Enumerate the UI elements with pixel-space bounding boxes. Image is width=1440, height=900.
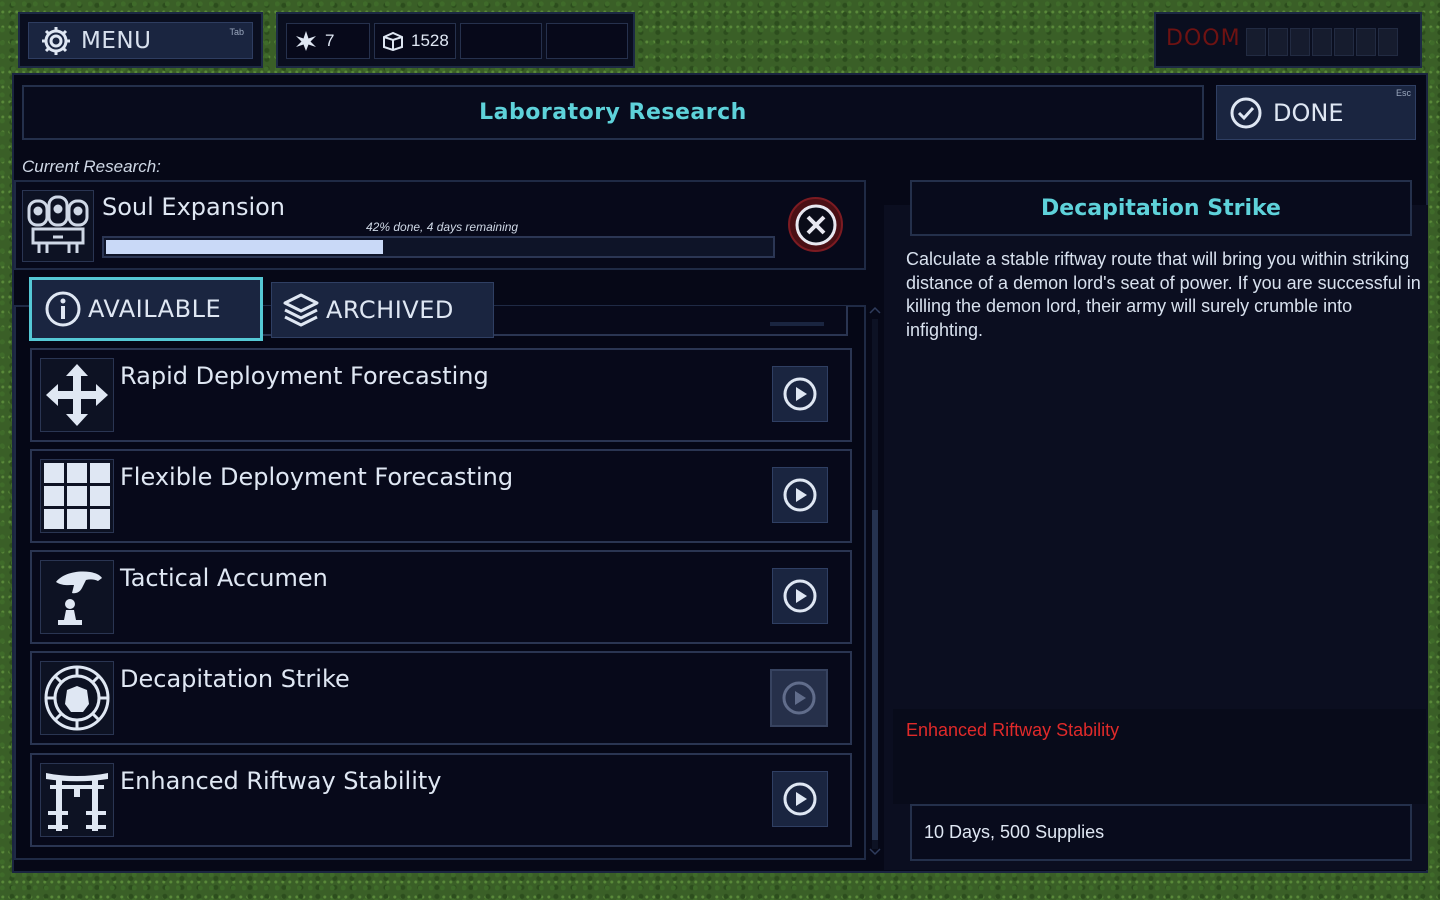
start-research-button[interactable] — [772, 366, 828, 422]
supplies-count: 1528 — [411, 31, 449, 50]
cancel-research-button[interactable] — [788, 197, 843, 252]
star-resource: 7 — [286, 23, 370, 59]
menu-button[interactable]: MENU Tab — [28, 22, 253, 59]
research-item-decapitation-strike[interactable]: Decapitation Strike — [30, 651, 852, 745]
start-research-button[interactable] — [772, 467, 828, 523]
move-arrows-icon — [40, 358, 114, 432]
supplies-crate-icon — [381, 31, 405, 51]
doom-pip — [1356, 28, 1376, 56]
research-item-name: Rapid Deployment Forecasting — [120, 362, 489, 390]
progress-bar — [102, 236, 775, 258]
research-item-flexible-deployment[interactable]: Flexible Deployment Forecasting — [30, 449, 852, 543]
chevron-up-icon — [869, 305, 881, 315]
info-icon — [44, 290, 82, 328]
current-research-label: Current Research: — [22, 157, 161, 176]
resource-bar: 7 1528 — [276, 12, 635, 68]
hand-chess-piece-icon — [40, 560, 114, 634]
research-item-name: Decapitation Strike — [120, 665, 350, 693]
play-circle-icon — [782, 578, 818, 614]
star-burst-icon — [295, 30, 317, 52]
cost-text: 10 Days, 500 Supplies — [924, 822, 1105, 842]
panel-title-bar: Laboratory Research — [22, 85, 1204, 140]
scrollbar-thumb[interactable] — [872, 510, 878, 840]
doom-pip — [1334, 28, 1354, 56]
layers-icon — [282, 291, 320, 329]
detail-title-bar: Decapitation Strike — [910, 180, 1412, 236]
menu-hotkey: Tab — [229, 27, 244, 37]
menu-button-frame: MENU Tab — [18, 12, 263, 68]
research-item-tactical-accumen[interactable]: Tactical Accumen — [30, 550, 852, 644]
page-title: Laboratory Research — [479, 100, 747, 125]
empty-resource-slot — [546, 23, 628, 59]
doom-label: DOOM — [1166, 26, 1241, 51]
done-hotkey: Esc — [1395, 88, 1411, 98]
star-count: 7 — [325, 31, 335, 50]
current-research-name: Soul Expansion — [102, 193, 286, 221]
research-item-enhanced-riftway[interactable]: Enhanced Riftway Stability — [30, 753, 852, 847]
start-research-button[interactable] — [772, 568, 828, 624]
play-circle-icon — [782, 477, 818, 513]
detail-title: Decapitation Strike — [1041, 195, 1281, 221]
chevron-down-icon — [869, 847, 881, 857]
check-circle-icon — [1229, 96, 1263, 130]
start-research-button[interactable] — [772, 771, 828, 827]
doom-pip — [1268, 28, 1288, 56]
progress-text: 42% done, 4 days remaining — [366, 220, 519, 234]
grid-icon — [40, 459, 114, 533]
done-label: DONE — [1273, 98, 1344, 127]
prerequisite-text: Enhanced Riftway Stability — [906, 720, 1120, 740]
tab-available[interactable]: AVAILABLE — [29, 277, 263, 341]
skull-faces-icon — [22, 190, 94, 262]
list-scrollbar[interactable] — [868, 305, 882, 860]
tab-archived[interactable]: ARCHIVED — [271, 282, 494, 338]
research-item-name: Enhanced Riftway Stability — [120, 767, 442, 795]
tab-archived-label: ARCHIVED — [326, 296, 454, 324]
menu-label: MENU — [81, 27, 152, 54]
research-item-name: Flexible Deployment Forecasting — [120, 463, 514, 491]
doom-pip — [1246, 28, 1266, 56]
progress-fill — [106, 240, 383, 254]
detail-description: Calculate a stable riftway route that wi… — [906, 249, 1421, 340]
play-circle-icon — [781, 680, 817, 716]
close-circle-icon — [794, 203, 838, 247]
torii-gate-icon — [40, 763, 114, 837]
research-item-rapid-deployment[interactable]: Rapid Deployment Forecasting — [30, 348, 852, 442]
doom-pip — [1290, 28, 1310, 56]
done-button[interactable]: DONE Esc — [1216, 85, 1416, 140]
doom-pip — [1312, 28, 1332, 56]
doom-meter: DOOM — [1154, 12, 1422, 68]
doom-pip — [1378, 28, 1398, 56]
play-circle-icon — [782, 376, 818, 412]
tab-available-label: AVAILABLE — [88, 295, 222, 323]
cost-box: 10 Days, 500 Supplies — [910, 804, 1412, 861]
empty-resource-slot — [460, 23, 542, 59]
research-item-name: Tactical Accumen — [120, 564, 328, 592]
supplies-resource: 1528 — [374, 23, 456, 59]
crosshair-target-icon — [40, 661, 114, 735]
gear-icon — [39, 24, 73, 58]
play-circle-icon — [782, 781, 818, 817]
start-research-button-disabled[interactable] — [770, 669, 828, 727]
